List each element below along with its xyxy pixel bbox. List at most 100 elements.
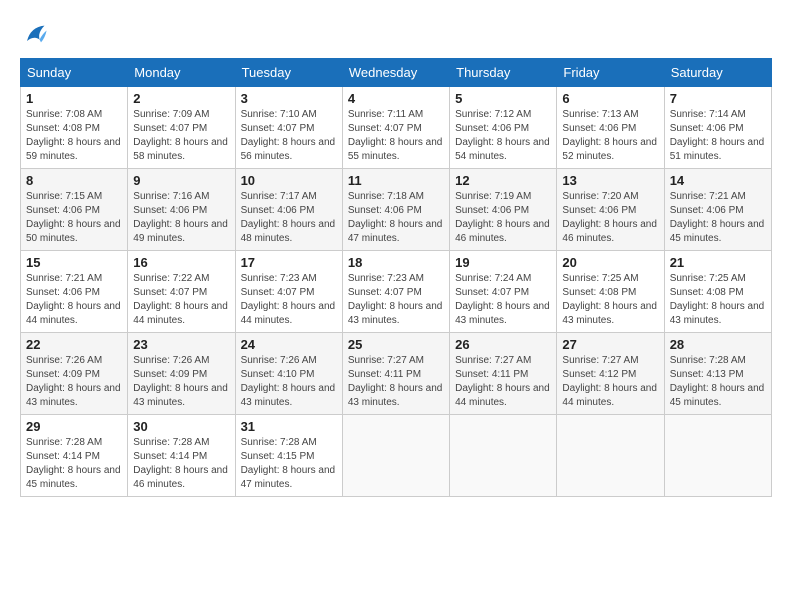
day-number: 6 <box>562 91 658 106</box>
day-number: 22 <box>26 337 122 352</box>
calendar-cell: 21Sunrise: 7:25 AMSunset: 4:08 PMDayligh… <box>664 251 771 333</box>
day-detail: Sunrise: 7:12 AMSunset: 4:06 PMDaylight:… <box>455 109 550 162</box>
calendar-cell <box>450 415 557 497</box>
day-detail: Sunrise: 7:28 AMSunset: 4:14 PMDaylight:… <box>26 437 121 490</box>
day-detail: Sunrise: 7:20 AMSunset: 4:06 PMDaylight:… <box>562 191 657 244</box>
day-number: 14 <box>670 173 766 188</box>
day-number: 8 <box>26 173 122 188</box>
calendar-cell: 11Sunrise: 7:18 AMSunset: 4:06 PMDayligh… <box>342 169 449 251</box>
calendar-cell: 24 Sunrise: 7:26 AMSunset: 4:10 PMDayligh… <box>235 333 342 415</box>
day-detail: Sunrise: 7:26 AMSunset: 4:10 PMDaylight:… <box>241 355 336 408</box>
day-detail: Sunrise: 7:27 AMSunset: 4:11 PMDaylight:… <box>455 355 550 408</box>
calendar-cell: 18 Sunrise: 7:23 AMSunset: 4:07 PMDayligh… <box>342 251 449 333</box>
day-number: 11 <box>348 173 444 188</box>
weekday-header: Wednesday <box>342 59 449 87</box>
calendar-week-row: 1Sunrise: 7:08 AMSunset: 4:08 PMDaylight… <box>21 87 772 169</box>
day-detail: Sunrise: 7:28 AMSunset: 4:13 PMDaylight:… <box>670 355 765 408</box>
day-number: 1 <box>26 91 122 106</box>
calendar-cell: 16Sunrise: 7:22 AMSunset: 4:07 PMDayligh… <box>128 251 235 333</box>
day-detail: Sunrise: 7:26 AMSunset: 4:09 PMDaylight:… <box>133 355 228 408</box>
day-number: 13 <box>562 173 658 188</box>
calendar-cell <box>342 415 449 497</box>
day-detail: Sunrise: 7:24 AMSunset: 4:07 PMDaylight:… <box>455 273 550 326</box>
day-number: 26 <box>455 337 551 352</box>
calendar-cell: 2 Sunrise: 7:09 AMSunset: 4:07 PMDaylight… <box>128 87 235 169</box>
calendar-cell: 5 Sunrise: 7:12 AMSunset: 4:06 PMDaylight… <box>450 87 557 169</box>
calendar-week-row: 29 Sunrise: 7:28 AMSunset: 4:14 PMDayligh… <box>21 415 772 497</box>
day-detail: Sunrise: 7:19 AMSunset: 4:06 PMDaylight:… <box>455 191 550 244</box>
calendar-cell: 20Sunrise: 7:25 AMSunset: 4:08 PMDayligh… <box>557 251 664 333</box>
day-detail: Sunrise: 7:16 AMSunset: 4:06 PMDaylight:… <box>133 191 228 244</box>
calendar-cell: 31 Sunrise: 7:28 AMSunset: 4:15 PMDayligh… <box>235 415 342 497</box>
day-number: 30 <box>133 419 229 434</box>
day-detail: Sunrise: 7:10 AMSunset: 4:07 PMDaylight:… <box>241 109 336 162</box>
day-number: 16 <box>133 255 229 270</box>
day-detail: Sunrise: 7:17 AMSunset: 4:06 PMDaylight:… <box>241 191 336 244</box>
day-number: 17 <box>241 255 337 270</box>
day-number: 12 <box>455 173 551 188</box>
day-number: 29 <box>26 419 122 434</box>
calendar-week-row: 8 Sunrise: 7:15 AMSunset: 4:06 PMDaylight… <box>21 169 772 251</box>
calendar-cell: 13 Sunrise: 7:20 AMSunset: 4:06 PMDayligh… <box>557 169 664 251</box>
logo-bird-icon <box>20 20 48 48</box>
calendar-cell: 10 Sunrise: 7:17 AMSunset: 4:06 PMDayligh… <box>235 169 342 251</box>
day-detail: Sunrise: 7:27 AMSunset: 4:12 PMDaylight:… <box>562 355 657 408</box>
day-detail: Sunrise: 7:21 AMSunset: 4:06 PMDaylight:… <box>26 273 121 326</box>
day-number: 3 <box>241 91 337 106</box>
weekday-header: Thursday <box>450 59 557 87</box>
calendar-cell: 15 Sunrise: 7:21 AMSunset: 4:06 PMDayligh… <box>21 251 128 333</box>
day-detail: Sunrise: 7:14 AMSunset: 4:06 PMDaylight:… <box>670 109 765 162</box>
calendar-week-row: 22 Sunrise: 7:26 AMSunset: 4:09 PMDayligh… <box>21 333 772 415</box>
weekday-header: Sunday <box>21 59 128 87</box>
day-detail: Sunrise: 7:23 AMSunset: 4:07 PMDaylight:… <box>348 273 443 326</box>
calendar-cell: 30 Sunrise: 7:28 AMSunset: 4:14 PMDayligh… <box>128 415 235 497</box>
day-number: 23 <box>133 337 229 352</box>
calendar-cell: 19Sunrise: 7:24 AMSunset: 4:07 PMDayligh… <box>450 251 557 333</box>
day-number: 27 <box>562 337 658 352</box>
day-number: 2 <box>133 91 229 106</box>
calendar-cell: 1Sunrise: 7:08 AMSunset: 4:08 PMDaylight… <box>21 87 128 169</box>
day-detail: Sunrise: 7:09 AMSunset: 4:07 PMDaylight:… <box>133 109 228 162</box>
weekday-header: Monday <box>128 59 235 87</box>
calendar-cell: 17Sunrise: 7:23 AMSunset: 4:07 PMDayligh… <box>235 251 342 333</box>
day-number: 15 <box>26 255 122 270</box>
day-number: 18 <box>348 255 444 270</box>
day-number: 4 <box>348 91 444 106</box>
calendar-cell <box>557 415 664 497</box>
calendar-cell: 8 Sunrise: 7:15 AMSunset: 4:06 PMDaylight… <box>21 169 128 251</box>
calendar-cell: 6 Sunrise: 7:13 AMSunset: 4:06 PMDaylight… <box>557 87 664 169</box>
day-number: 28 <box>670 337 766 352</box>
calendar-cell: 7 Sunrise: 7:14 AMSunset: 4:06 PMDaylight… <box>664 87 771 169</box>
calendar-cell: 22 Sunrise: 7:26 AMSunset: 4:09 PMDayligh… <box>21 333 128 415</box>
day-detail: Sunrise: 7:11 AMSunset: 4:07 PMDaylight:… <box>348 109 443 162</box>
day-detail: Sunrise: 7:26 AMSunset: 4:09 PMDaylight:… <box>26 355 121 408</box>
day-number: 10 <box>241 173 337 188</box>
day-number: 7 <box>670 91 766 106</box>
day-detail: Sunrise: 7:28 AMSunset: 4:14 PMDaylight:… <box>133 437 228 490</box>
day-detail: Sunrise: 7:21 AMSunset: 4:06 PMDaylight:… <box>670 191 765 244</box>
calendar-cell: 27 Sunrise: 7:27 AMSunset: 4:12 PMDayligh… <box>557 333 664 415</box>
calendar-cell: 28 Sunrise: 7:28 AMSunset: 4:13 PMDayligh… <box>664 333 771 415</box>
calendar-cell: 3 Sunrise: 7:10 AMSunset: 4:07 PMDaylight… <box>235 87 342 169</box>
calendar-week-row: 15 Sunrise: 7:21 AMSunset: 4:06 PMDayligh… <box>21 251 772 333</box>
calendar-cell: 4 Sunrise: 7:11 AMSunset: 4:07 PMDaylight… <box>342 87 449 169</box>
calendar-cell: 25Sunrise: 7:27 AMSunset: 4:11 PMDayligh… <box>342 333 449 415</box>
calendar-cell: 29 Sunrise: 7:28 AMSunset: 4:14 PMDayligh… <box>21 415 128 497</box>
day-number: 9 <box>133 173 229 188</box>
day-detail: Sunrise: 7:28 AMSunset: 4:15 PMDaylight:… <box>241 437 336 490</box>
calendar-cell: 12 Sunrise: 7:19 AMSunset: 4:06 PMDayligh… <box>450 169 557 251</box>
day-number: 31 <box>241 419 337 434</box>
day-detail: Sunrise: 7:15 AMSunset: 4:06 PMDaylight:… <box>26 191 121 244</box>
weekday-header: Friday <box>557 59 664 87</box>
calendar-cell: 23 Sunrise: 7:26 AMSunset: 4:09 PMDayligh… <box>128 333 235 415</box>
day-detail: Sunrise: 7:13 AMSunset: 4:06 PMDaylight:… <box>562 109 657 162</box>
weekday-header: Saturday <box>664 59 771 87</box>
day-number: 24 <box>241 337 337 352</box>
day-number: 20 <box>562 255 658 270</box>
calendar-cell: 14 Sunrise: 7:21 AMSunset: 4:06 PMDayligh… <box>664 169 771 251</box>
day-number: 5 <box>455 91 551 106</box>
day-detail: Sunrise: 7:27 AMSunset: 4:11 PMDaylight:… <box>348 355 443 408</box>
day-number: 21 <box>670 255 766 270</box>
calendar-cell <box>664 415 771 497</box>
header <box>20 20 772 48</box>
